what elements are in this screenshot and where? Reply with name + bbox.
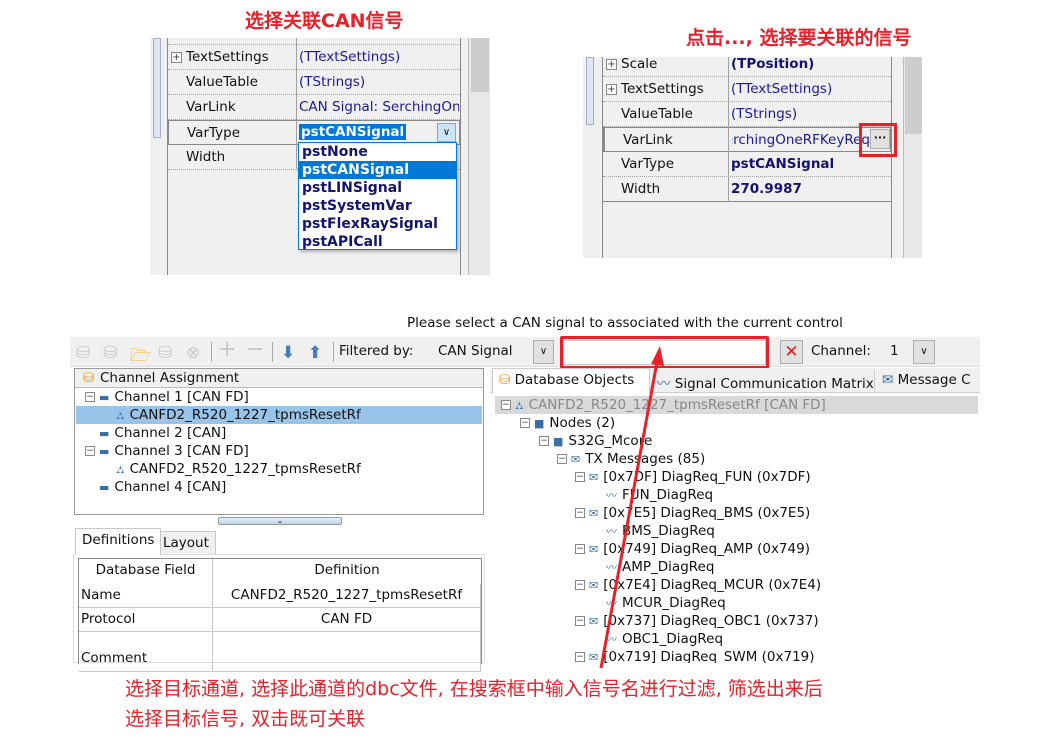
tab-definitions[interactable]: Definitions [75, 528, 162, 555]
annotation-instructions-line2: 选择目标信号, 双击既可关联 [125, 708, 366, 730]
annotation-arrow [599, 346, 664, 669]
annotation-instructions-line1: 选择目标通道, 选择此通道的dbc文件, 在搜索框中输入信号名进行过滤, 筛选出… [125, 678, 823, 700]
